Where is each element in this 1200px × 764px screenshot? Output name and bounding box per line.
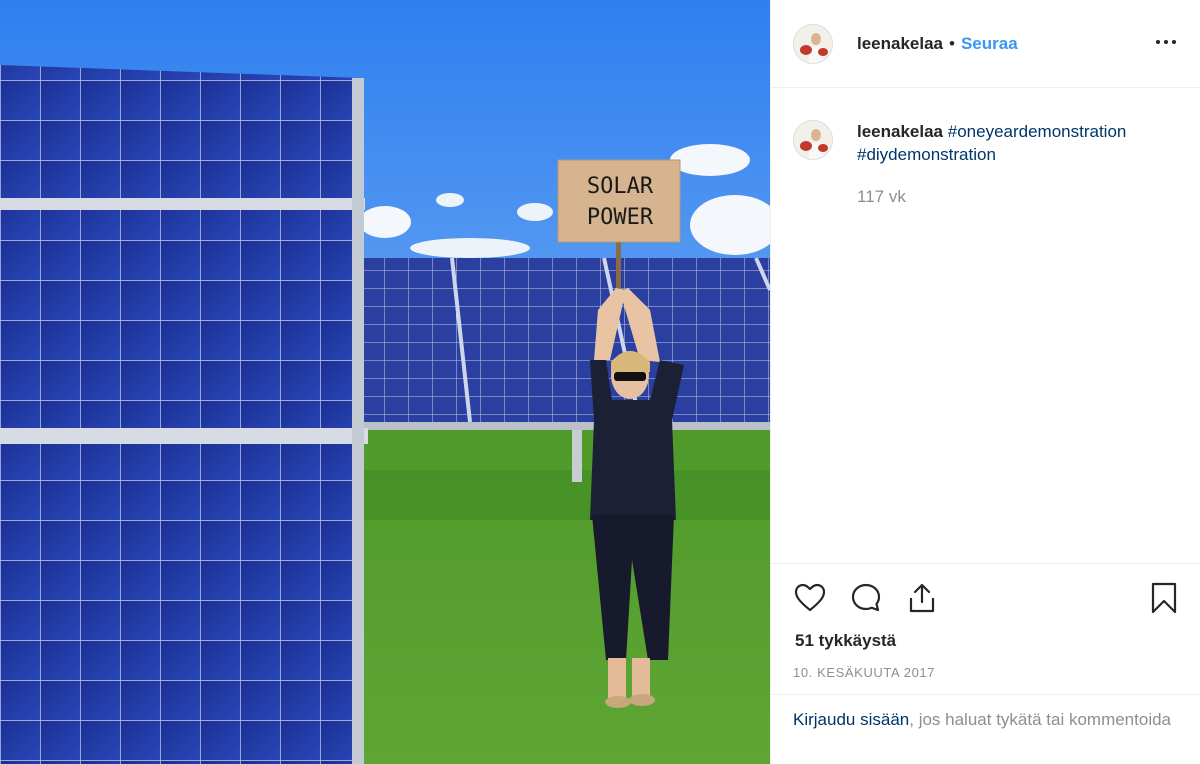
post-header: leenakelaa • Seuraa: [771, 0, 1200, 88]
share-upload-icon[interactable]: [905, 581, 939, 615]
login-prompt: Kirjaudu sisään, jos haluat tykätä tai k…: [771, 694, 1200, 745]
post-photo[interactable]: SOLAR POWER: [0, 0, 770, 764]
caption-avatar[interactable]: [793, 120, 833, 160]
action-bar: [771, 564, 1200, 632]
caption-comment: leenakelaa #oneyeardemonstration #diydem…: [793, 120, 1183, 208]
more-options-icon[interactable]: [1154, 30, 1178, 54]
caption-timestamp[interactable]: 117 vk: [857, 185, 1183, 208]
solar-field-image: SOLAR POWER: [0, 0, 770, 764]
caption-username[interactable]: leenakelaa: [857, 122, 943, 141]
avatar[interactable]: [793, 23, 833, 64]
login-link[interactable]: Kirjaudu sisään: [793, 710, 909, 729]
sign-text-line2: POWER: [587, 205, 654, 230]
separator-dot: •: [949, 33, 955, 53]
follow-button[interactable]: Seuraa: [961, 34, 1018, 54]
likes-count[interactable]: 51 tykkäystä: [771, 631, 1200, 651]
post-date[interactable]: 10. kesäkuuta 2017: [771, 665, 1200, 680]
comment-bubble-icon[interactable]: [849, 581, 883, 615]
post-actions-section: 51 tykkäystä 10. kesäkuuta 2017: [771, 563, 1200, 680]
hashtag-link[interactable]: #diydemonstration: [857, 145, 996, 164]
heart-icon[interactable]: [793, 581, 827, 615]
post-side-panel: leenakelaa • Seuraa leenakelaa #oneyeard…: [770, 0, 1200, 764]
sign-text-line1: SOLAR: [587, 174, 654, 199]
bookmark-icon[interactable]: [1147, 581, 1181, 615]
hashtag-link[interactable]: #oneyeardemonstration: [948, 122, 1127, 141]
login-prompt-text: , jos haluat tykätä tai kommentoida: [909, 710, 1171, 729]
post-author-username[interactable]: leenakelaa: [857, 34, 943, 54]
